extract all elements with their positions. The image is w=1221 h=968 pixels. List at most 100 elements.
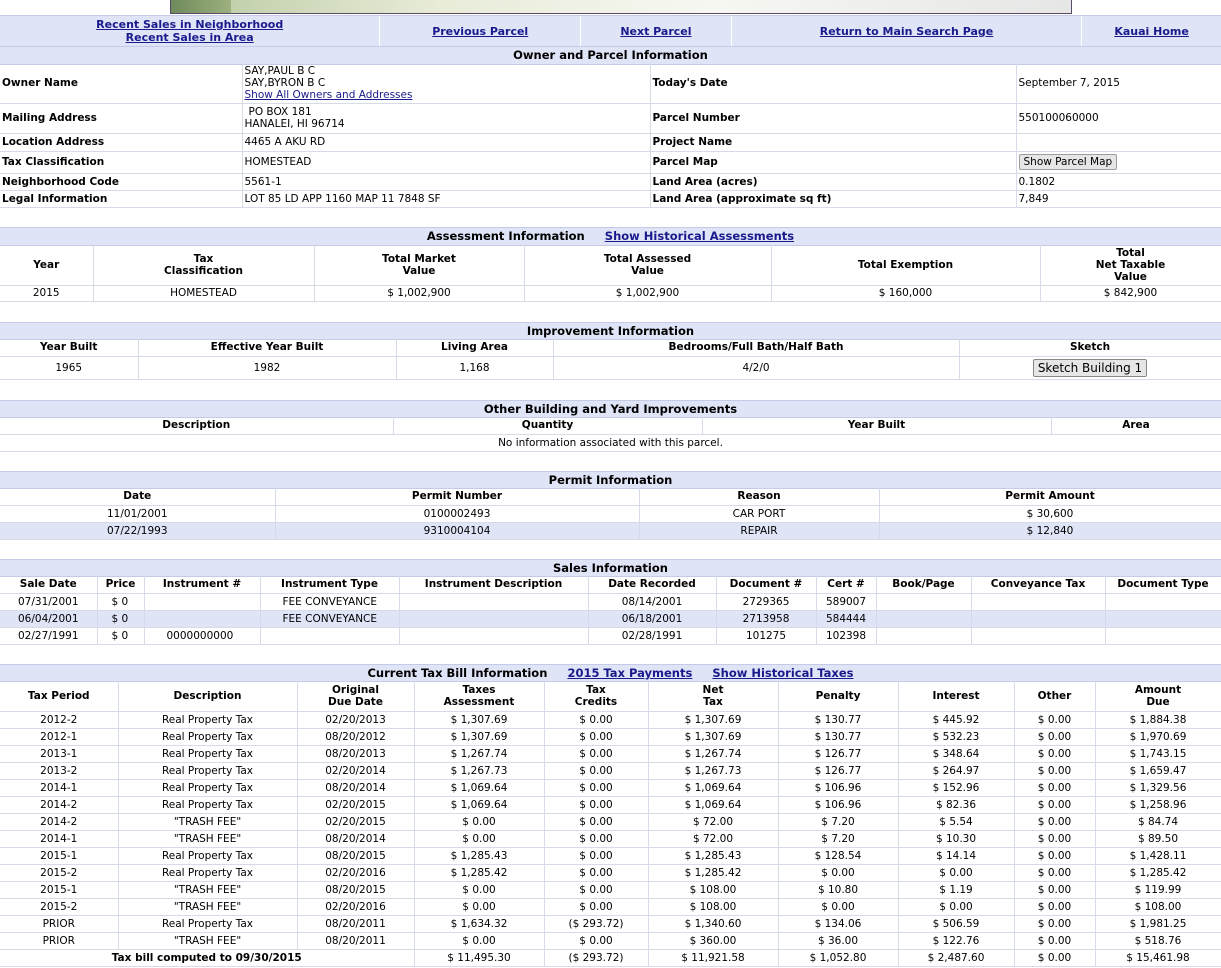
mailing-address-cell: PO BOX 181 HANALEI, HI 96714	[241, 103, 650, 134]
assessment-data-row: 2015 HOMESTEAD $ 1,002,900 $ 1,002,900 $ 160…	[0, 285, 1221, 302]
tax-total-label: Tax bill computed to 09/30/2015	[0, 949, 415, 967]
tax-row: 2015-1 "TRASH FEE" 08/20/2015 $ 0.00 $ 0.00 $…	[0, 881, 1221, 899]
show-historical-taxes-link[interactable]: Show Historical Taxes	[712, 666, 853, 680]
tax-cell-taxes-assessment: $ 1,069.64	[414, 796, 545, 814]
sales-cell-document-type	[1105, 627, 1221, 645]
permit-cell-permit-amount: $ 12,840	[879, 522, 1221, 540]
tax-cell-description: Real Property Tax	[118, 847, 298, 865]
tax-cell-original-due-date: 08/20/2011	[297, 932, 415, 950]
owner-name-2: SAY,BYRON B C	[244, 77, 326, 90]
permit-header-permit-number: Permit Number	[275, 488, 640, 506]
sales-cell-price: $ 0	[97, 593, 145, 611]
recent-sales-area-link[interactable]: Recent Sales in Area	[126, 31, 254, 44]
tax-cell-interest: $ 1.19	[898, 881, 1015, 899]
tax-header-row: Tax Period Description Original Due Date Tax…	[0, 681, 1221, 712]
tax-cell-description: Real Property Tax	[118, 762, 298, 780]
show-historical-assessments-link[interactable]: Show Historical Assessments	[605, 229, 794, 243]
permit-cell-date: 11/01/2001	[0, 505, 276, 523]
tax-payments-link[interactable]: 2015 Tax Payments	[567, 666, 692, 680]
neighborhood-code-value: 5561-1	[241, 173, 650, 191]
tax-cell-tax-period: 2012-2	[0, 711, 119, 729]
tax-cell-amount-due: $ 1,329.56	[1095, 779, 1221, 797]
tax-cell-amount-due: $ 1,970.69	[1095, 728, 1221, 746]
assessment-header-total-net-taxable-value: Total Net Taxable Value	[1040, 245, 1221, 286]
sales-cell-cert: 589007	[816, 593, 877, 611]
tax-cell-interest: $ 14.14	[898, 847, 1015, 865]
tax-cell-amount-due: $ 518.76	[1095, 932, 1221, 950]
tax-cell-taxes-assessment: $ 1,267.73	[414, 762, 545, 780]
improvement-header-living-area: Living Area	[396, 339, 554, 357]
sales-cell-instrument-description	[399, 610, 589, 628]
previous-parcel-cell: Previous Parcel	[380, 16, 582, 46]
sales-cell-document: 101275	[716, 627, 817, 645]
legal-row: Legal Information LOT 85 LD APP 1160 MAP…	[0, 190, 1221, 208]
tax-cell-description: "TRASH FEE"	[118, 813, 298, 831]
tax-header-penalty: Penalty	[778, 681, 899, 712]
sales-cell-sale-date: 07/31/2001	[0, 593, 98, 611]
tax-cell-description: Real Property Tax	[118, 796, 298, 814]
sales-table: Sale Date Price Instrument # Instrument Typ…	[0, 576, 1221, 645]
tax-cell-tax-credits: $ 0.00	[544, 830, 649, 848]
project-name-value	[1015, 133, 1221, 152]
previous-parcel-link[interactable]: Previous Parcel	[432, 25, 528, 38]
show-all-owners-link[interactable]: Show All Owners and Addresses	[245, 89, 413, 101]
legal-information-label: Legal Information	[0, 190, 242, 208]
kauai-home-link[interactable]: Kauai Home	[1114, 25, 1189, 38]
assessment-header-total-assessed-value: Total Assessed Value	[524, 245, 772, 286]
tax-cell-description: "TRASH FEE"	[118, 898, 298, 916]
tax-cell-net-tax: $ 1,285.42	[648, 864, 779, 882]
show-parcel-map-button[interactable]: Show Parcel Map	[1018, 154, 1118, 170]
assessment-header-row: Year Tax Classification Total Market Value To…	[0, 245, 1221, 286]
todays-date-label: Today's Date	[649, 64, 1016, 104]
tax-cell-net-tax: $ 1,285.43	[648, 847, 779, 865]
improvement-header-row: Year Built Effective Year Built Living Are…	[0, 339, 1221, 357]
permit-table: Date Permit Number Reason Permit Amount 11/0…	[0, 488, 1221, 540]
improvement-header-year-built: Year Built	[0, 339, 139, 357]
tax-cell-tax-credits: $ 0.00	[544, 745, 649, 763]
tax-cell-interest: $ 5.54	[898, 813, 1015, 831]
tax-cell-amount-due: $ 119.99	[1095, 881, 1221, 899]
permit-cell-permit-number: 9310004104	[275, 522, 640, 540]
tax-cell-penalty: $ 126.77	[778, 762, 899, 780]
recent-sales-cell: Recent Sales in Neighborhood Recent Sale…	[0, 16, 381, 46]
tax-header-taxes-assessment: Taxes Assessment	[414, 681, 545, 712]
sketch-building-button[interactable]: Sketch Building 1	[1032, 358, 1148, 377]
sales-header-date-recorded: Date Recorded	[588, 576, 717, 594]
permit-header-date: Date	[0, 488, 276, 506]
permit-header-reason: Reason	[639, 488, 880, 506]
next-parcel-link[interactable]: Next Parcel	[620, 25, 691, 38]
sales-section-title: Sales Information	[0, 559, 1221, 577]
sales-cell-instrument	[144, 610, 261, 628]
sales-cell-document: 2729365	[716, 593, 817, 611]
recent-sales-neighborhood-link[interactable]: Recent Sales in Neighborhood	[96, 18, 283, 31]
todays-date-value: September 7, 2015	[1015, 64, 1221, 104]
assessment-table: Year Tax Classification Total Market Value To…	[0, 245, 1221, 302]
legal-information-value: LOT 85 LD APP 1160 MAP 11 7848 SF	[241, 190, 650, 208]
tax-cell-original-due-date: 08/20/2011	[297, 915, 415, 933]
tax-cell-penalty: $ 10.80	[778, 881, 899, 899]
tax-row: PRIOR Real Property Tax 08/20/2011 $ 1,634.…	[0, 915, 1221, 933]
tax-row: 2013-1 Real Property Tax 08/20/2013 $ 1,267…	[0, 745, 1221, 763]
tax-row: 2015-1 Real Property Tax 08/20/2015 $ 1,285…	[0, 847, 1221, 865]
tax-cell-taxes-assessment: $ 1,307.69	[414, 728, 545, 746]
tax-cell-interest: $ 532.23	[898, 728, 1015, 746]
tax-cell-interest: $ 152.96	[898, 779, 1015, 797]
tax-cell-amount-due: $ 1,659.47	[1095, 762, 1221, 780]
tax-cell-other: $ 0.00	[1014, 898, 1096, 916]
assessment-cell-year: 2015	[0, 285, 94, 302]
tax-cell-taxes-assessment: $ 0.00	[414, 898, 545, 916]
tax-cell-amount-due: $ 1,884.38	[1095, 711, 1221, 729]
tax-cell-tax-period: 2014-1	[0, 779, 119, 797]
tax-header-interest: Interest	[898, 681, 1015, 712]
tax-cell-other: $ 0.00	[1014, 813, 1096, 831]
mailing-address-label: Mailing Address	[0, 103, 242, 134]
header-banner-image	[170, 0, 1072, 14]
tax-cell-tax-credits: $ 0.00	[544, 762, 649, 780]
improvement-table: Year Built Effective Year Built Living Are…	[0, 339, 1221, 380]
tax-total-row: Tax bill computed to 09/30/2015 $ 11,495.…	[0, 949, 1221, 967]
tax-total-interest: $ 2,487.60	[898, 949, 1015, 967]
return-main-search-link[interactable]: Return to Main Search Page	[820, 25, 994, 38]
tax-cell-net-tax: $ 108.00	[648, 898, 779, 916]
tax-header-net-tax: Net Tax	[648, 681, 779, 712]
tax-cell-net-tax: $ 360.00	[648, 932, 779, 950]
